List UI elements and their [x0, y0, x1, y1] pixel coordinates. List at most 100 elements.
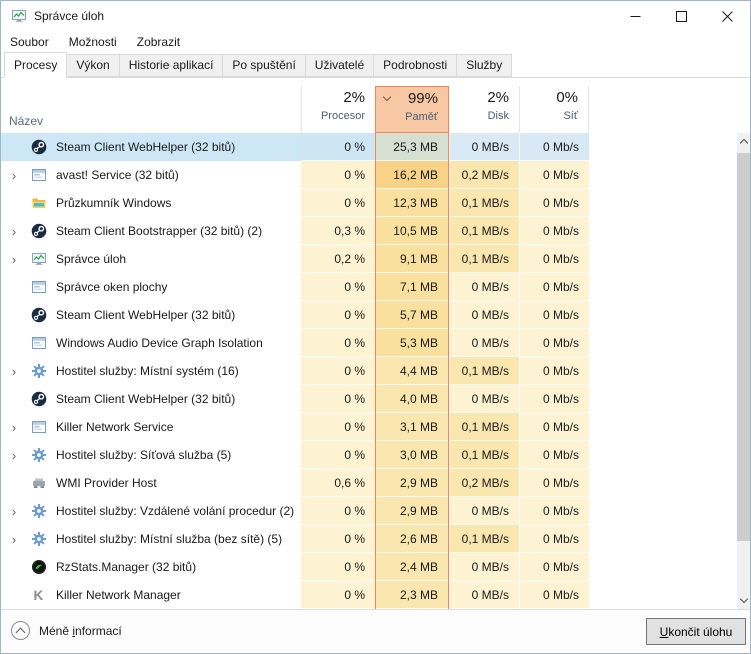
network-cell: 0 Mb/s [519, 553, 589, 581]
network-cell: 0 Mb/s [519, 469, 589, 497]
minimize-button[interactable] [612, 1, 658, 31]
column-header-disk[interactable]: 2%Disk [449, 86, 519, 133]
memory-cell: 3,0 MB [375, 441, 449, 469]
menu-item-zobrazit[interactable]: Zobrazit [127, 33, 190, 51]
menu-item-moznosti[interactable]: Možnosti [59, 33, 127, 51]
memory-cell: 3,1 MB [375, 413, 449, 441]
table-row[interactable]: › Hostitel služby: Vzdálené volání proce… [1, 497, 737, 525]
expand-chevron-icon[interactable]: › [6, 168, 22, 183]
title-bar[interactable]: Správce úloh [1, 1, 750, 31]
table-row[interactable]: › Steam Client WebHelper (32 bitů) 0 % 2… [1, 133, 737, 161]
disk-cell: 0,2 MB/s [449, 469, 519, 497]
tab-po-spusteni[interactable]: Po spuštění [222, 54, 305, 77]
gear-icon [31, 531, 47, 547]
table-row[interactable]: › Správce úloh 0,2 % 9,1 MB 0,1 MB/s 0 M… [1, 245, 737, 273]
memory-cell: 10,5 MB [375, 217, 449, 245]
name-cell: › Steam Client Bootstrapper (32 bitů) (2… [1, 217, 301, 245]
table-row[interactable]: › Windows Audio Device Graph Isolation 0… [1, 329, 737, 357]
disk-cell: 0,1 MB/s [449, 217, 519, 245]
name-cell: › Hostitel služby: Vzdálené volání proce… [1, 497, 301, 525]
expand-chevron-icon[interactable]: › [6, 532, 22, 547]
cpu-cell: 0 % [301, 133, 375, 161]
maximize-button[interactable] [658, 1, 704, 31]
table-row[interactable]: › Hostitel služby: Síťová služba (5) 0 %… [1, 441, 737, 469]
table-row[interactable]: › Hostitel služby: Místní systém (16) 0 … [1, 357, 737, 385]
name-cell: › Steam Client WebHelper (32 bitů) [1, 301, 301, 329]
tab-procesy[interactable]: Procesy [4, 52, 67, 78]
network-cell: 0 Mb/s [519, 441, 589, 469]
table-row[interactable]: › WMI Provider Host 0,6 % 2,9 MB 0,2 MB/… [1, 469, 737, 497]
memory-cell: 5,3 MB [375, 329, 449, 357]
column-header-name[interactable]: Název [9, 114, 43, 128]
disk-cell: 0 MB/s [449, 301, 519, 329]
cpu-cell: 0 % [301, 553, 375, 581]
name-cell: › RzStats.Manager (32 bitů) [1, 553, 301, 581]
less-details-label: Méně informací [39, 624, 122, 638]
column-usage-value: 2% [302, 89, 365, 106]
scrollbar-down-button[interactable] [737, 592, 750, 609]
menu-item-soubor[interactable]: Soubor [1, 33, 59, 51]
name-cell: › Steam Client WebHelper (32 bitů) [1, 385, 301, 413]
tab-podrobnosti[interactable]: Podrobnosti [373, 54, 457, 77]
end-task-button[interactable]: Ukončit úlohu [646, 618, 746, 645]
steam-icon [31, 223, 47, 239]
process-name: Killer Network Manager [56, 588, 181, 602]
table-row[interactable]: › Průzkumník Windows 0 % 12,3 MB 0,1 MB/… [1, 189, 737, 217]
table-row[interactable]: › Správce oken plochy 0 % 7,1 MB 0 MB/s … [1, 273, 737, 301]
expand-chevron-icon[interactable]: › [6, 504, 22, 519]
table-row[interactable]: › Steam Client Bootstrapper (32 bitů) (2… [1, 217, 737, 245]
table-row[interactable]: › Hostitel služby: Místní služba (bez sí… [1, 525, 737, 553]
table-row[interactable]: › Killer Network Service 0 % 3,1 MB 0,1 … [1, 413, 737, 441]
column-header-pamet[interactable]: 99%Paměť [375, 86, 449, 133]
close-button[interactable] [704, 1, 750, 31]
network-cell: 0 Mb/s [519, 357, 589, 385]
expand-chevron-icon[interactable]: › [6, 420, 22, 435]
table-row[interactable]: › Steam Client WebHelper (32 bitů) 0 % 4… [1, 385, 737, 413]
scrollbar-up-button[interactable] [737, 133, 750, 150]
disk-cell: 0 MB/s [449, 385, 519, 413]
wmi-icon [31, 475, 47, 491]
table-row[interactable]: › K Killer Network Manager 0 % 2,3 MB 0 … [1, 581, 737, 609]
table-row[interactable]: › Steam Client WebHelper (32 bitů) 0 % 5… [1, 301, 737, 329]
window-title: Správce úloh [34, 9, 104, 23]
less-details-toggle[interactable]: Méně informací [11, 621, 122, 640]
memory-cell: 5,7 MB [375, 301, 449, 329]
tab-vykon[interactable]: Výkon [66, 54, 119, 77]
expand-chevron-icon[interactable]: › [6, 224, 22, 239]
memory-cell: 2,4 MB [375, 553, 449, 581]
name-cell: › WMI Provider Host [1, 469, 301, 497]
cpu-cell: 0 % [301, 525, 375, 553]
scrollbar[interactable] [737, 133, 750, 609]
cpu-cell: 0 % [301, 357, 375, 385]
process-name: Killer Network Service [56, 420, 173, 434]
disk-cell: 0,2 MB/s [449, 161, 519, 189]
window-icon [31, 279, 47, 295]
column-header-procesor[interactable]: 2%Procesor [301, 86, 375, 133]
name-cell: › Hostitel služby: Místní systém (16) [1, 357, 301, 385]
scrollbar-thumb[interactable] [737, 153, 750, 541]
disk-cell: 0,1 MB/s [449, 413, 519, 441]
network-cell: 0 Mb/s [519, 525, 589, 553]
cpu-cell: 0 % [301, 581, 375, 609]
tab-historie-aplikaci[interactable]: Historie aplikací [119, 54, 224, 77]
column-headers: Název 2%Procesor99%Paměť2%Disk0%Síť [1, 78, 750, 134]
name-cell: › K Killer Network Manager [1, 581, 301, 609]
expand-chevron-icon[interactable]: › [6, 364, 22, 379]
expand-chevron-icon[interactable]: › [6, 448, 22, 463]
process-name: Steam Client WebHelper (32 bitů) [56, 308, 235, 322]
column-label: Disk [449, 110, 509, 122]
cpu-cell: 0,3 % [301, 217, 375, 245]
disk-cell: 0,1 MB/s [449, 525, 519, 553]
name-cell: › Steam Client WebHelper (32 bitů) [1, 133, 301, 161]
table-row[interactable]: › RzStats.Manager (32 bitů) 0 % 2,4 MB 0… [1, 553, 737, 581]
tab-uzivatele[interactable]: Uživatelé [305, 54, 374, 77]
column-header-sit[interactable]: 0%Síť [519, 86, 589, 133]
table-row[interactable]: › avast! Service (32 bitů) 0 % 16,2 MB 0… [1, 161, 737, 189]
steam-icon [31, 391, 47, 407]
expand-chevron-icon[interactable]: › [6, 252, 22, 267]
tab-sluzby[interactable]: Služby [456, 54, 512, 77]
cpu-cell: 0 % [301, 385, 375, 413]
process-name: Průzkumník Windows [56, 196, 171, 210]
app-icon [11, 8, 27, 24]
memory-cell: 9,1 MB [375, 245, 449, 273]
